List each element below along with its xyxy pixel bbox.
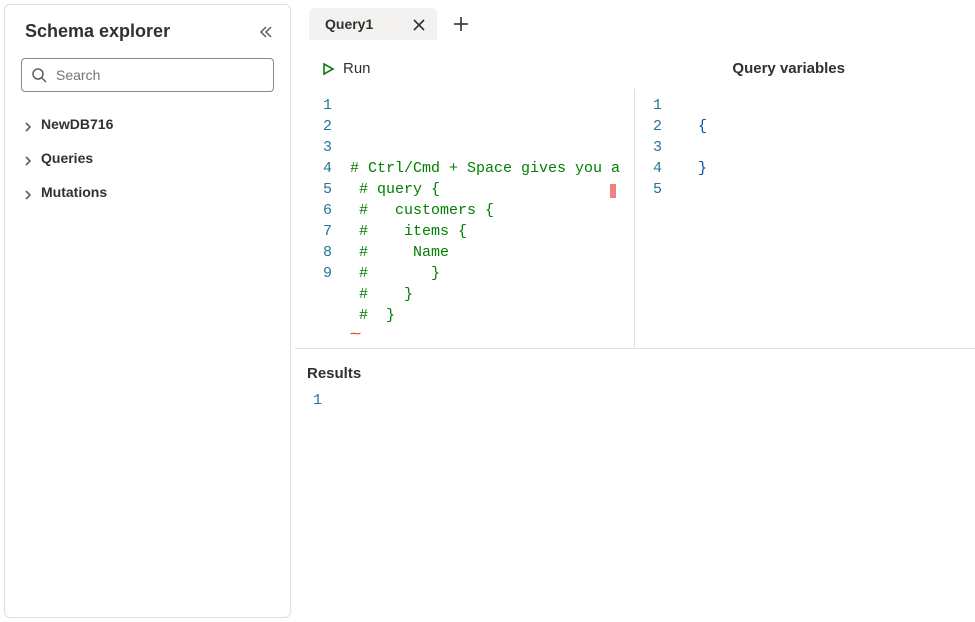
query-editor[interactable]: 123456789 # Ctrl/Cmd + Space gives you a… (295, 89, 635, 348)
tree-item-label: Mutations (41, 184, 107, 200)
close-icon[interactable] (413, 18, 425, 30)
add-tab-button[interactable] (453, 16, 469, 32)
tree-item-label: NewDB716 (41, 116, 113, 132)
tree-item-newdb[interactable]: NewDB716 (13, 108, 282, 140)
tree-item-queries[interactable]: Queries (13, 142, 282, 174)
vars-gutter: 12345 (643, 89, 672, 348)
schema-tree: NewDB716 Queries Mutations (13, 108, 282, 208)
chevron-right-icon (23, 153, 33, 163)
sidebar-header: Schema explorer (13, 21, 282, 46)
schema-explorer-sidebar: Schema explorer NewDB716 Queries (4, 4, 291, 618)
search-input[interactable] (21, 58, 274, 92)
collapse-icon[interactable] (258, 24, 274, 40)
chevron-right-icon (23, 187, 33, 197)
tree-item-label: Queries (41, 150, 93, 166)
tab-query1[interactable]: Query1 (309, 8, 437, 40)
toolbar: Run Query variables (295, 44, 975, 89)
cursor-indicator (610, 184, 616, 198)
main-panel: Query1 Run Query variables 123456789 # (295, 0, 975, 622)
tab-label: Query1 (325, 16, 373, 32)
play-icon (321, 62, 335, 76)
results-panel: Results 1 (295, 349, 975, 622)
tree-item-mutations[interactable]: Mutations (13, 176, 282, 208)
tab-bar: Query1 (295, 4, 975, 44)
chevron-right-icon (23, 119, 33, 129)
search-icon (31, 67, 47, 83)
results-body: 1 (303, 382, 967, 413)
run-label: Run (343, 60, 371, 77)
search-wrap (21, 58, 274, 92)
editors-row: 123456789 # Ctrl/Cmd + Space gives you a… (295, 89, 975, 349)
vars-code[interactable]: { } (672, 89, 707, 348)
variables-editor[interactable]: 12345 { } (635, 89, 975, 348)
run-button[interactable]: Run (315, 56, 377, 81)
results-title: Results (303, 365, 967, 382)
results-gutter: 1 (303, 392, 332, 413)
sidebar-title: Schema explorer (25, 21, 170, 42)
query-variables-title: Query variables (732, 60, 955, 77)
query-gutter: 123456789 (313, 89, 342, 348)
results-code[interactable] (332, 392, 340, 413)
query-code[interactable]: # Ctrl/Cmd + Space gives you a # query {… (342, 89, 620, 348)
